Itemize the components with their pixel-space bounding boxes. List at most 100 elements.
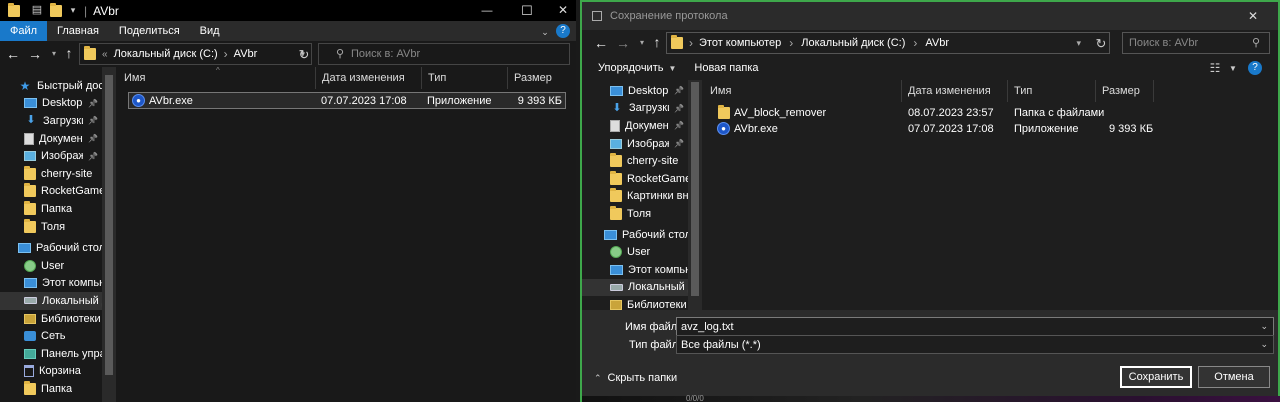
nav-scrollbar-thumb[interactable] [105, 75, 113, 375]
sidebar-item[interactable]: Сеть [0, 327, 102, 345]
table-row[interactable]: ● AVbr.exe 07.07.2023 17:08 Приложение 9… [128, 92, 566, 109]
sidebar-item[interactable]: Рабочий стол [0, 239, 102, 257]
maximize-button[interactable]: ☐ [520, 3, 534, 17]
sidebar-item[interactable]: RocketGame1-m [0, 183, 102, 201]
sidebar-item[interactable]: Корзина [0, 363, 102, 381]
cancel-button[interactable]: Отмена [1198, 366, 1270, 388]
sidebar-item[interactable]: Толя [582, 205, 688, 223]
help-icon[interactable]: ? [556, 24, 570, 38]
dialog-title-bar[interactable]: Сохранение протокола ✕ [582, 2, 1278, 30]
sidebar-item[interactable]: Desktop 📌 [0, 95, 102, 113]
column-header-size[interactable]: Размер [1096, 80, 1154, 102]
chevron-down-icon[interactable]: ⌄ [1260, 339, 1268, 350]
sidebar-item[interactable]: Документы 📌 [0, 130, 102, 148]
dialog-nav-scrollbar[interactable] [688, 80, 702, 310]
filetype-select[interactable]: Все файлы (*.*) ⌄ [676, 335, 1274, 354]
sidebar-item[interactable]: cherry-site [582, 152, 688, 170]
sidebar-item[interactable]: Этот компьютер [582, 261, 688, 279]
sidebar-item[interactable]: Изображени 📌 [582, 135, 688, 153]
sidebar-item[interactable]: Локальный ди [582, 278, 688, 297]
sidebar-item[interactable]: RocketGame1-m [582, 170, 688, 188]
column-header-type[interactable]: Тип [1008, 80, 1096, 102]
ribbon-expand-icon[interactable]: ⌄ [538, 25, 552, 39]
refresh-icon[interactable]: ↻ [297, 47, 311, 61]
save-button[interactable]: Сохранить [1120, 366, 1192, 388]
quick-access-toolbar-icon[interactable]: ▤ [30, 4, 44, 18]
sidebar-item[interactable]: Библиотеки [0, 310, 102, 328]
sidebar-item[interactable]: Папка [0, 380, 102, 398]
sidebar-item[interactable]: User [0, 257, 102, 275]
breadcrumb-item[interactable]: AVbr [925, 37, 949, 49]
sidebar-item[interactable]: Картинки внеш [582, 188, 688, 206]
up-arrow-icon[interactable]: ↑ [650, 35, 664, 49]
sidebar-item[interactable]: Изображени 📌 [0, 147, 102, 165]
sidebar-item[interactable]: Папка [0, 200, 102, 218]
sidebar-item[interactable]: Панель управле [0, 345, 102, 363]
address-dropdown-icon[interactable]: ▾ [1076, 38, 1081, 49]
library-icon [24, 313, 36, 324]
chevron-down-icon[interactable]: ▼ [1226, 62, 1240, 76]
sidebar-item-label: Рабочий стол [36, 242, 102, 255]
dialog-search-box[interactable]: Поиск в: AVbr ⚲ [1122, 32, 1270, 54]
recent-locations-icon[interactable]: ▾ [635, 36, 649, 50]
column-header-date[interactable]: Дата изменения [902, 80, 1008, 102]
sidebar-item[interactable]: ⬇ Загрузки 📌 [582, 100, 688, 118]
table-row[interactable]: AV_block_remover 08.07.2023 23:57 Папка … [714, 104, 1154, 121]
sidebar-item[interactable]: cherry-site [0, 165, 102, 183]
sidebar-item[interactable]: Desktop 📌 [582, 82, 688, 100]
sidebar-item[interactable]: Рабочий стол [582, 226, 688, 244]
chevron-down-icon[interactable]: ▼ [668, 64, 676, 73]
dialog-close-button[interactable]: ✕ [1246, 9, 1260, 23]
organize-button[interactable]: Упорядочить [598, 62, 663, 74]
up-arrow-icon[interactable]: ↑ [62, 46, 76, 60]
sidebar-item[interactable]: User [582, 243, 688, 261]
new-folder-icon[interactable] [50, 2, 62, 17]
forward-arrow-icon[interactable]: → [28, 47, 42, 61]
sidebar-item[interactable]: Этот компьютер [0, 275, 102, 293]
sidebar-item[interactable]: Локальный ди [0, 292, 102, 310]
search-box[interactable]: ⚲ Поиск в: AVbr [318, 43, 570, 65]
new-folder-button[interactable]: Новая папка [694, 62, 758, 74]
tab-file[interactable]: Файл [0, 21, 48, 41]
forward-arrow-icon[interactable]: → [616, 36, 630, 50]
recent-locations-icon[interactable]: ▾ [47, 47, 61, 61]
filename-input[interactable]: avz_log.txt ⌄ [676, 317, 1274, 336]
minimize-button[interactable]: — [480, 4, 494, 18]
sidebar-item[interactable]: Документы 📌 [582, 117, 688, 135]
column-header-size[interactable]: Размер [508, 67, 570, 89]
refresh-icon[interactable]: ↻ [1094, 36, 1108, 50]
table-row[interactable]: ● AVbr.exe 07.07.2023 17:08 Приложение 9… [714, 120, 1154, 137]
breadcrumb-overflow[interactable]: « [102, 49, 108, 60]
breadcrumb-item[interactable]: Этот компьютер [699, 37, 781, 49]
sidebar-item-label: RocketGame1-m [627, 172, 688, 185]
column-header-type[interactable]: Тип [422, 67, 508, 89]
sidebar-item[interactable]: ★ Быстрый доступ [0, 77, 102, 95]
close-button[interactable]: ✕ [556, 3, 570, 17]
help-icon[interactable]: ? [1248, 61, 1262, 75]
dialog-address-bar[interactable]: › Этот компьютер › Локальный диск (C:) ›… [666, 32, 1110, 54]
view-options-icon[interactable]: ☷ [1208, 61, 1222, 75]
sidebar-item[interactable]: Толя [0, 218, 102, 236]
save-dialog: Сохранение протокола ✕ ← → ▾ ↑ › Этот ко… [580, 0, 1280, 402]
tab-share[interactable]: Поделиться [109, 21, 190, 41]
breadcrumb-item[interactable]: Локальный диск (C:) [801, 37, 905, 49]
back-arrow-icon[interactable]: ← [6, 47, 20, 61]
sidebar-item[interactable]: ⬇ Загрузки 📌 [0, 112, 102, 130]
chevron-down-icon[interactable]: ▾ [66, 4, 80, 18]
column-header-date[interactable]: Дата изменения [316, 67, 422, 89]
explorer-title-bar[interactable]: ▤ ▾ | AVbr — ☐ ✕ [0, 0, 576, 21]
column-header-name[interactable]: Имя [704, 80, 902, 102]
tab-home[interactable]: Главная [47, 21, 109, 41]
breadcrumb-item[interactable]: AVbr [234, 48, 258, 60]
address-bar[interactable]: « Локальный диск (C:) › AVbr ▾ [79, 43, 312, 65]
nav-scrollbar[interactable] [102, 67, 116, 402]
tab-view[interactable]: Вид [190, 21, 230, 41]
breadcrumb-item[interactable]: Локальный диск (C:) [114, 48, 218, 60]
hide-folders-toggle[interactable]: ⌃ Скрыть папки [594, 372, 677, 384]
sidebar-item-label: Desktop [42, 97, 83, 110]
pin-icon: 📌 [674, 139, 684, 149]
chevron-down-icon[interactable]: ⌄ [1260, 321, 1268, 332]
back-arrow-icon[interactable]: ← [594, 36, 608, 50]
dialog-address-area: ← → ▾ ↑ › Этот компьютер › Локальный дис… [582, 30, 1278, 56]
dialog-nav-scrollbar-thumb[interactable] [691, 82, 699, 296]
